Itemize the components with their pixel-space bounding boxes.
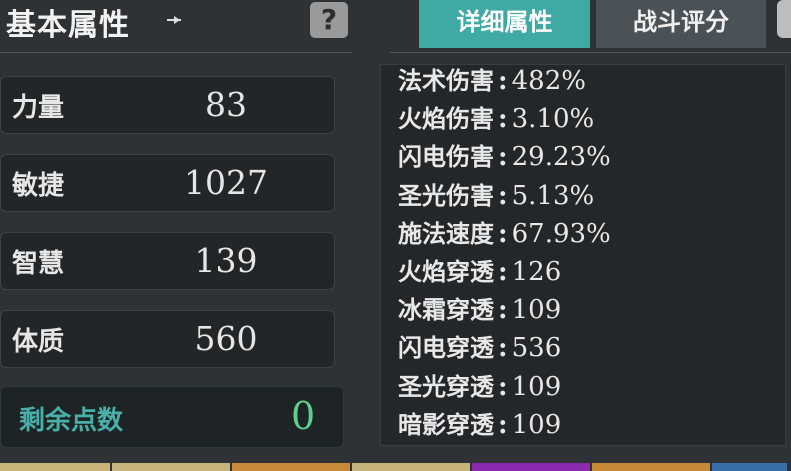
detail-value: 109 [511, 371, 562, 402]
stat-row-agility: 敏捷 1027 [0, 154, 335, 212]
detail-attributes-list: 法术伤害:482% 火焰伤害:3.10% 闪电伤害:29.23% 圣光伤害:5.… [398, 65, 611, 444]
detail-value: 3.10% [511, 104, 595, 135]
tab-detail-attributes[interactable]: 详细属性 [419, 0, 590, 48]
detail-row: 闪电伤害:29.23% [398, 138, 611, 176]
help-icon[interactable]: ? [310, 2, 348, 38]
page-title: 基本属性 [6, 8, 130, 43]
detail-label: 闪电穿透 [398, 334, 494, 363]
next-tab-partial[interactable] [777, 0, 791, 38]
detail-row: 暗影穿透:109 [398, 406, 611, 444]
detail-value: 126 [511, 256, 562, 287]
detail-value: 109 [511, 295, 562, 326]
stat-value: 139 [194, 241, 258, 280]
stat-row-wisdom: 智慧 139 [0, 232, 335, 290]
detail-label: 施法速度 [398, 219, 494, 248]
detail-label: 火焰穿透 [398, 257, 494, 286]
detail-label: 冰霜穿透 [398, 296, 494, 325]
detail-separator: : [498, 218, 508, 249]
detail-value: 67.93% [511, 218, 611, 249]
stat-value: 560 [194, 319, 258, 358]
stat-label: 敏捷 [12, 171, 65, 201]
detail-row: 闪电穿透:536 [398, 329, 611, 367]
detail-label: 闪电伤害 [398, 143, 494, 172]
stat-value: 1027 [184, 163, 268, 202]
detail-row: 圣光穿透:109 [398, 368, 611, 406]
left-divider [0, 52, 352, 53]
detail-separator: : [498, 256, 508, 287]
detail-label: 火焰伤害 [398, 105, 494, 134]
detail-separator: : [498, 142, 508, 173]
item-slot[interactable] [592, 463, 710, 471]
detail-value: 5.13% [511, 180, 595, 211]
detail-row: 法术伤害:482% [398, 65, 611, 100]
item-bar-edge [0, 463, 791, 471]
item-slot[interactable] [232, 463, 350, 471]
detail-value: 29.23% [511, 142, 611, 173]
item-slot[interactable] [112, 463, 230, 471]
item-slot[interactable] [712, 463, 787, 471]
detail-separator: : [498, 333, 508, 364]
right-divider [390, 52, 791, 53]
detail-value: 482% [511, 66, 586, 96]
tab-battle-score[interactable]: 战斗评分 [596, 0, 766, 48]
remaining-points-box: 剩余点数 0 [0, 386, 344, 448]
detail-separator: : [498, 295, 508, 326]
detail-label: 圣光穿透 [398, 372, 494, 401]
stat-label: 体质 [12, 327, 65, 357]
detail-separator: : [498, 104, 508, 135]
detail-label: 暗影穿透 [398, 410, 494, 439]
detail-value: 536 [511, 333, 562, 364]
remaining-points-label: 剩余点数 [19, 406, 124, 436]
detail-value: 109 [511, 409, 562, 440]
detail-label: 圣光伤害 [398, 181, 494, 210]
stat-value: 83 [205, 85, 247, 124]
detail-row: 冰霜穿透:109 [398, 291, 611, 329]
detail-attributes-panel[interactable]: 法术伤害:482% 火焰伤害:3.10% 闪电伤害:29.23% 圣光伤害:5.… [380, 64, 786, 446]
item-slot[interactable] [352, 463, 470, 471]
stat-row-strength: 力量 83 [0, 76, 335, 134]
detail-separator: : [498, 180, 508, 211]
detail-separator: : [498, 409, 508, 440]
detail-row: 圣光伤害:5.13% [398, 177, 611, 215]
detail-row: 火焰伤害:3.10% [398, 100, 611, 138]
detail-label: 法术伤害 [398, 67, 494, 95]
remaining-points-value: 0 [291, 394, 316, 438]
stat-row-constitution: 体质 560 [0, 310, 335, 368]
pin-icon[interactable] [166, 13, 184, 27]
detail-separator: : [498, 66, 508, 96]
stat-label: 力量 [12, 93, 65, 123]
item-slot[interactable] [472, 463, 590, 471]
stat-label: 智慧 [12, 249, 65, 279]
detail-separator: : [498, 371, 508, 402]
item-slot[interactable] [0, 463, 110, 471]
detail-row: 施法速度:67.93% [398, 215, 611, 253]
detail-row: 火焰穿透:126 [398, 253, 611, 291]
